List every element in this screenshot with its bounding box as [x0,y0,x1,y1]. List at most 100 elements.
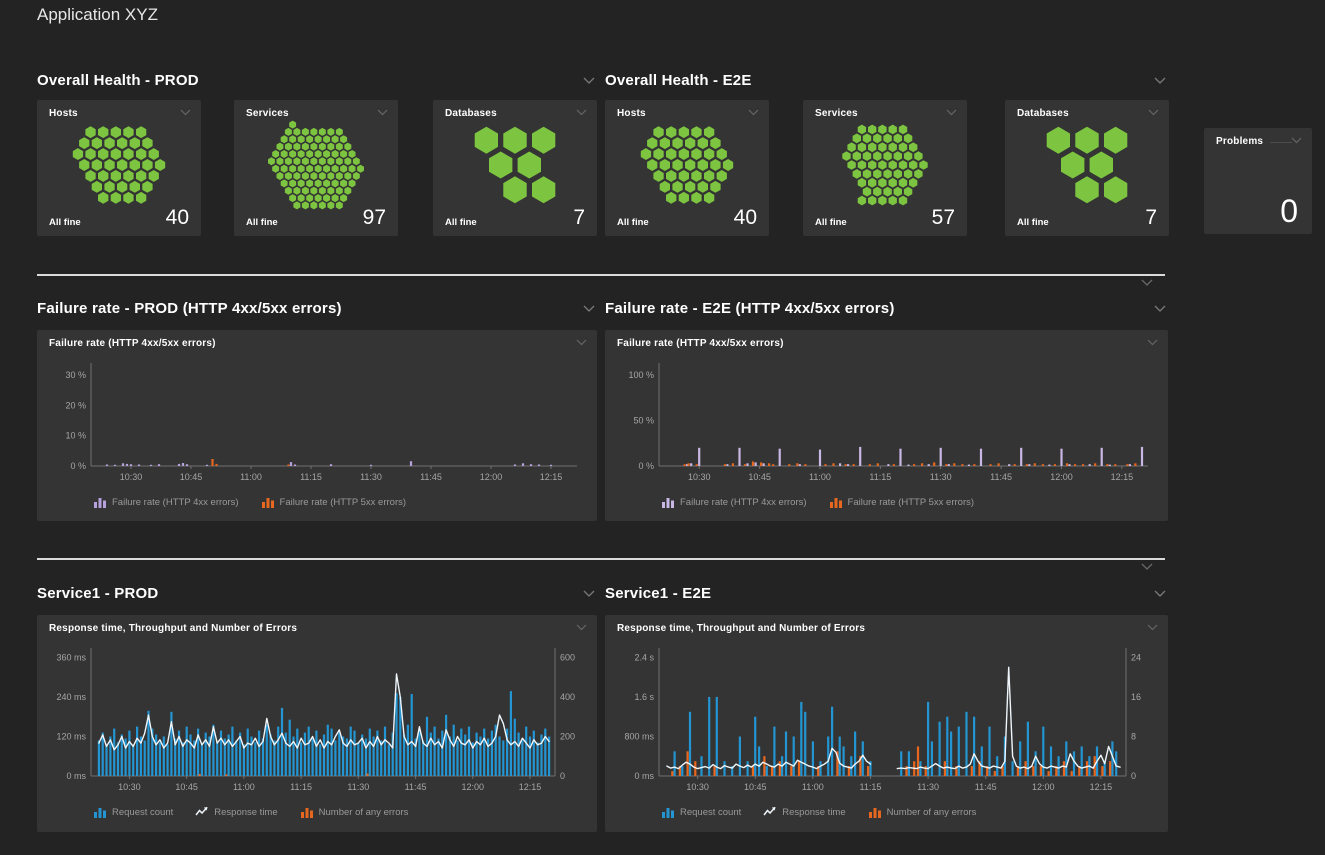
entity-count: 7 [573,207,585,228]
database-honeycomb[interactable] [1005,120,1169,210]
chart-legend: Request count Response time Number of an… [661,806,976,818]
chevron-down-icon[interactable] [576,624,587,631]
svg-text:0 ms: 0 ms [634,771,654,781]
legend-item[interactable]: Failure rate (HTTP 4xx errors) [93,496,239,508]
chevron-down-icon[interactable] [1147,339,1158,346]
chevron-down-icon[interactable] [180,109,191,116]
chart-title: Response time, Throughput and Number of … [49,623,297,634]
svg-text:0 ms: 0 ms [66,771,86,781]
service-honeycomb[interactable] [803,120,967,210]
chevron-down-icon[interactable] [377,109,388,116]
chart-title: Failure rate (HTTP 4xx/5xx errors) [49,338,216,349]
svg-text:10:30: 10:30 [686,782,709,792]
chevron-down-icon[interactable] [1141,279,1153,287]
svg-text:12:00: 12:00 [1050,472,1073,482]
bar-series-icon [300,806,314,818]
tile-databases-e2e[interactable]: Databases All fine 7 [1005,100,1169,236]
svg-text:12:00: 12:00 [480,472,503,482]
bar-series-icon [868,806,882,818]
section-header-overall-health-prod: Overall Health - PROD [37,72,597,92]
svg-text:11:30: 11:30 [360,472,382,482]
chevron-down-icon[interactable] [1154,590,1166,598]
svg-text:50 %: 50 % [633,416,654,426]
status-text: All fine [1017,217,1049,228]
legend-item[interactable]: Failure rate (HTTP 5xx errors) [829,496,975,508]
legend-item[interactable]: Failure rate (HTTP 4xx errors) [661,496,807,508]
failure-rate-chart[interactable]: 0 %10 %20 %30 %10:3010:4511:0011:1511:30… [43,356,591,488]
chevron-down-icon[interactable] [1154,77,1166,85]
service-metrics-chart[interactable]: 0 ms120 ms240 ms360 ms020040060010:3010:… [43,641,591,798]
entity-count: 7 [1145,207,1157,228]
status-text: All fine [49,217,81,228]
legend-item[interactable]: Response time [763,806,845,818]
legend-item[interactable]: Number of any errors [300,806,409,818]
svg-text:100 %: 100 % [628,370,654,380]
tile-services-e2e[interactable]: Services All fine 57 [803,100,967,236]
chevron-down-icon[interactable] [1141,563,1153,571]
tile-title: Databases [445,108,497,119]
svg-text:20 %: 20 % [65,400,86,410]
chevron-down-icon[interactable] [583,305,595,313]
svg-text:12:15: 12:15 [1111,472,1134,482]
section-title: Overall Health - PROD [37,72,199,89]
svg-text:11:00: 11:00 [809,472,831,482]
svg-text:10:45: 10:45 [748,472,771,482]
tile-service1-prod[interactable]: Response time, Throughput and Number of … [37,615,597,832]
chevron-down-icon[interactable] [576,339,587,346]
legend-item[interactable]: Failure rate (HTTP 5xx errors) [261,496,407,508]
service-honeycomb[interactable] [234,120,398,210]
chevron-down-icon[interactable] [1148,109,1159,116]
tile-failure-rate-prod[interactable]: Failure rate (HTTP 4xx/5xx errors) 0 %10… [37,330,597,521]
svg-text:11:00: 11:00 [240,472,262,482]
host-honeycomb[interactable] [37,120,201,210]
svg-text:16: 16 [1131,692,1141,702]
chevron-down-icon[interactable] [1291,137,1302,144]
bar-series-icon [93,496,107,508]
section-divider [37,558,1165,560]
chart-title: Failure rate (HTTP 4xx/5xx errors) [617,338,784,349]
tile-services-prod[interactable]: Services All fine 97 [234,100,398,236]
tile-title: Services [246,108,289,119]
legend-item[interactable]: Response time [195,806,277,818]
chevron-down-icon[interactable] [1154,305,1166,313]
legend-item[interactable]: Request count [661,806,741,818]
host-honeycomb[interactable] [605,120,769,210]
svg-text:0: 0 [560,771,565,781]
svg-text:11:15: 11:15 [869,472,891,482]
chevron-down-icon[interactable] [748,109,759,116]
service-metrics-chart[interactable]: 0 ms800 ms1.6 s2.4 s08162410:3010:4511:0… [611,641,1162,798]
section-header-overall-health-e2e: Overall Health - E2E [605,72,1168,92]
tile-problems[interactable]: Problems 0 [1204,128,1312,234]
legend-item[interactable]: Request count [93,806,173,818]
svg-text:11:00: 11:00 [233,782,255,792]
svg-text:11:15: 11:15 [290,782,312,792]
chevron-down-icon[interactable] [946,109,957,116]
tile-hosts-e2e[interactable]: Hosts All fine 40 [605,100,769,236]
tile-hosts-prod[interactable]: Hosts All fine 40 [37,100,201,236]
entity-count: 57 [932,207,955,228]
svg-text:2.4 s: 2.4 s [634,652,654,662]
tile-failure-rate-e2e[interactable]: Failure rate (HTTP 4xx/5xx errors) 0 %50… [605,330,1168,521]
chart-legend: Failure rate (HTTP 4xx errors) Failure r… [93,496,406,508]
svg-text:200: 200 [560,732,575,742]
chevron-down-icon[interactable] [576,109,587,116]
database-honeycomb[interactable] [433,120,597,210]
chevron-down-icon[interactable] [583,77,595,85]
chevron-down-icon[interactable] [583,590,595,598]
tile-databases-prod[interactable]: Databases All fine 7 [433,100,597,236]
svg-text:24: 24 [1131,652,1141,662]
svg-text:11:45: 11:45 [975,782,997,792]
legend-item[interactable]: Number of any errors [868,806,977,818]
dashboard: Application XYZ Overall Health - PROD Ov… [0,0,1325,855]
chart-legend: Failure rate (HTTP 4xx errors) Failure r… [661,496,974,508]
svg-text:30 %: 30 % [65,370,86,380]
svg-text:11:15: 11:15 [860,782,882,792]
svg-text:12:00: 12:00 [462,782,485,792]
line-series-icon [763,806,777,818]
svg-text:12:15: 12:15 [1090,782,1113,792]
tile-service1-e2e[interactable]: Response time, Throughput and Number of … [605,615,1168,832]
failure-rate-chart[interactable]: 0 %50 %100 %10:3010:4511:0011:1511:3011:… [611,356,1162,488]
chevron-down-icon[interactable] [1147,624,1158,631]
section-title: Failure rate - PROD (HTTP 4xx/5xx errors… [37,300,342,317]
svg-text:800 ms: 800 ms [624,731,654,741]
